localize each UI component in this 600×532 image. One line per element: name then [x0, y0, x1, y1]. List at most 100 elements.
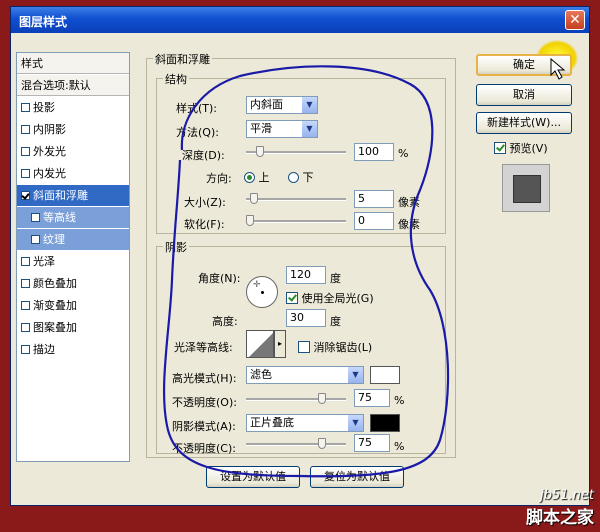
- style-list-item[interactable]: 外发光: [17, 141, 129, 162]
- highlight-mode-label: 高光模式(H):: [172, 372, 237, 385]
- make-default-button[interactable]: 设置为默认值: [206, 466, 300, 488]
- depth-slider-thumb[interactable]: [256, 146, 264, 157]
- highlight-opacity-thumb[interactable]: [318, 393, 326, 404]
- title-bar[interactable]: 图层样式 ✕: [11, 7, 589, 33]
- style-combo-value: 内斜面: [250, 98, 283, 111]
- soften-slider-thumb[interactable]: [246, 215, 254, 226]
- radio-icon[interactable]: [288, 172, 299, 183]
- cancel-button[interactable]: 取消: [476, 84, 572, 106]
- highlight-color-swatch[interactable]: [370, 366, 400, 384]
- checkbox-icon[interactable]: [21, 103, 30, 112]
- shadow-mode-combo[interactable]: 正片叠底 ▼: [246, 414, 364, 432]
- shadow-opacity-input[interactable]: 75: [354, 434, 390, 452]
- method-combo[interactable]: 平滑 ▼: [246, 120, 318, 138]
- checkbox-icon[interactable]: [21, 279, 30, 288]
- style-list-item[interactable]: 投影: [17, 97, 129, 118]
- checkbox-icon[interactable]: [21, 147, 30, 156]
- global-light-checkbox[interactable]: 使用全局光(G): [286, 290, 374, 306]
- style-combo[interactable]: 内斜面 ▼: [246, 96, 318, 114]
- checkbox-checked-icon[interactable]: [494, 142, 506, 154]
- style-list-item-label: 内阴影: [33, 123, 66, 136]
- size-slider-thumb[interactable]: [250, 193, 258, 204]
- checkbox-icon[interactable]: [21, 257, 30, 266]
- direction-up-radio[interactable]: 上: [244, 169, 270, 185]
- style-list-item[interactable]: 等高线: [17, 207, 129, 228]
- angle-input[interactable]: 120: [286, 266, 326, 284]
- depth-input[interactable]: 100: [354, 143, 394, 161]
- highlight-opacity-input[interactable]: 75: [354, 389, 390, 407]
- style-list-item[interactable]: 颜色叠加: [17, 273, 129, 294]
- angle-label: 角度(N):: [198, 272, 241, 285]
- style-list-item[interactable]: 斜面和浮雕: [17, 185, 129, 206]
- reset-default-button[interactable]: 复位为默认值: [310, 466, 404, 488]
- close-icon[interactable]: ✕: [565, 10, 585, 30]
- contour-chevron-down-icon[interactable]: ▸: [274, 330, 286, 358]
- depth-label: 深度(D):: [182, 149, 225, 162]
- style-list-item-label: 投影: [33, 101, 55, 114]
- global-light-label: 使用全局光(G): [301, 292, 374, 305]
- structure-title: 结构: [163, 71, 189, 87]
- depth-slider[interactable]: [246, 146, 346, 158]
- size-input[interactable]: 5: [354, 190, 394, 208]
- size-label: 大小(Z):: [184, 196, 226, 209]
- highlight-opacity-slider[interactable]: [246, 393, 346, 405]
- chevron-down-icon[interactable]: ▼: [348, 415, 363, 431]
- size-unit: 像素: [398, 196, 420, 209]
- style-list-header[interactable]: 样式: [17, 53, 129, 74]
- checkbox-icon[interactable]: [21, 345, 30, 354]
- style-list-item[interactable]: 光泽: [17, 251, 129, 272]
- style-list-item[interactable]: 描边: [17, 339, 129, 360]
- preview-checkbox[interactable]: 预览(V): [494, 140, 548, 156]
- direction-label: 方向:: [206, 172, 232, 185]
- checkbox-icon[interactable]: [21, 301, 30, 310]
- style-list-item-label: 描边: [33, 343, 55, 356]
- style-list-item-label: 纹理: [43, 233, 65, 246]
- blend-options-item[interactable]: 混合选项:默认: [17, 75, 129, 96]
- highlight-mode-combo[interactable]: 滤色 ▼: [246, 366, 364, 384]
- angle-unit: 度: [330, 272, 341, 285]
- style-list-item[interactable]: 内发光: [17, 163, 129, 184]
- new-style-button[interactable]: 新建样式(W)...: [476, 112, 572, 134]
- shading-title: 阴影: [163, 239, 189, 255]
- style-list-item[interactable]: 图案叠加: [17, 317, 129, 338]
- style-list-item-label: 内发光: [33, 167, 66, 180]
- size-slider[interactable]: [246, 193, 346, 205]
- method-combo-value: 平滑: [250, 122, 272, 135]
- checkbox-icon[interactable]: [31, 235, 40, 244]
- chevron-down-icon[interactable]: ▼: [348, 367, 363, 383]
- direction-down-label: 下: [302, 171, 314, 184]
- antialias-label: 消除锯齿(L): [313, 341, 373, 354]
- gloss-contour-label: 光泽等高线:: [174, 341, 233, 354]
- preview-label: 预览(V): [509, 142, 548, 155]
- chevron-down-icon[interactable]: ▼: [302, 121, 317, 137]
- checkbox-icon[interactable]: [21, 169, 30, 178]
- chevron-down-icon[interactable]: ▼: [302, 97, 317, 113]
- window-title: 图层样式: [19, 15, 68, 29]
- gloss-contour-thumbnail[interactable]: [246, 330, 274, 358]
- direction-up-label: 上: [258, 171, 270, 184]
- checkbox-icon[interactable]: [21, 323, 30, 332]
- checkbox-icon[interactable]: [298, 341, 310, 353]
- shadow-opacity-thumb[interactable]: [318, 438, 326, 449]
- method-label: 方法(Q):: [176, 126, 219, 139]
- shadow-color-swatch[interactable]: [370, 414, 400, 432]
- style-list-item[interactable]: 内阴影: [17, 119, 129, 140]
- antialias-checkbox[interactable]: 消除锯齿(L): [298, 339, 372, 355]
- style-list-item[interactable]: 渐变叠加: [17, 295, 129, 316]
- soften-input[interactable]: 0: [354, 212, 394, 230]
- soften-slider[interactable]: [246, 215, 346, 227]
- altitude-input[interactable]: 30: [286, 309, 326, 327]
- radio-selected-icon[interactable]: [244, 172, 255, 183]
- checkbox-icon[interactable]: [21, 125, 30, 134]
- direction-down-radio[interactable]: 下: [288, 169, 314, 185]
- shadow-opacity-slider[interactable]: [246, 438, 346, 450]
- checkbox-checked-icon[interactable]: [21, 191, 30, 200]
- contour-curve-icon: [249, 333, 273, 357]
- bevel-group-title: 斜面和浮雕: [153, 51, 212, 67]
- checkbox-icon[interactable]: [31, 213, 40, 222]
- checkbox-checked-icon[interactable]: [286, 292, 298, 304]
- watermark: jb51.net 脚本之家: [526, 488, 594, 528]
- altitude-unit: 度: [330, 315, 341, 328]
- angle-dial[interactable]: ✛: [246, 276, 278, 308]
- style-list-item[interactable]: 纹理: [17, 229, 129, 250]
